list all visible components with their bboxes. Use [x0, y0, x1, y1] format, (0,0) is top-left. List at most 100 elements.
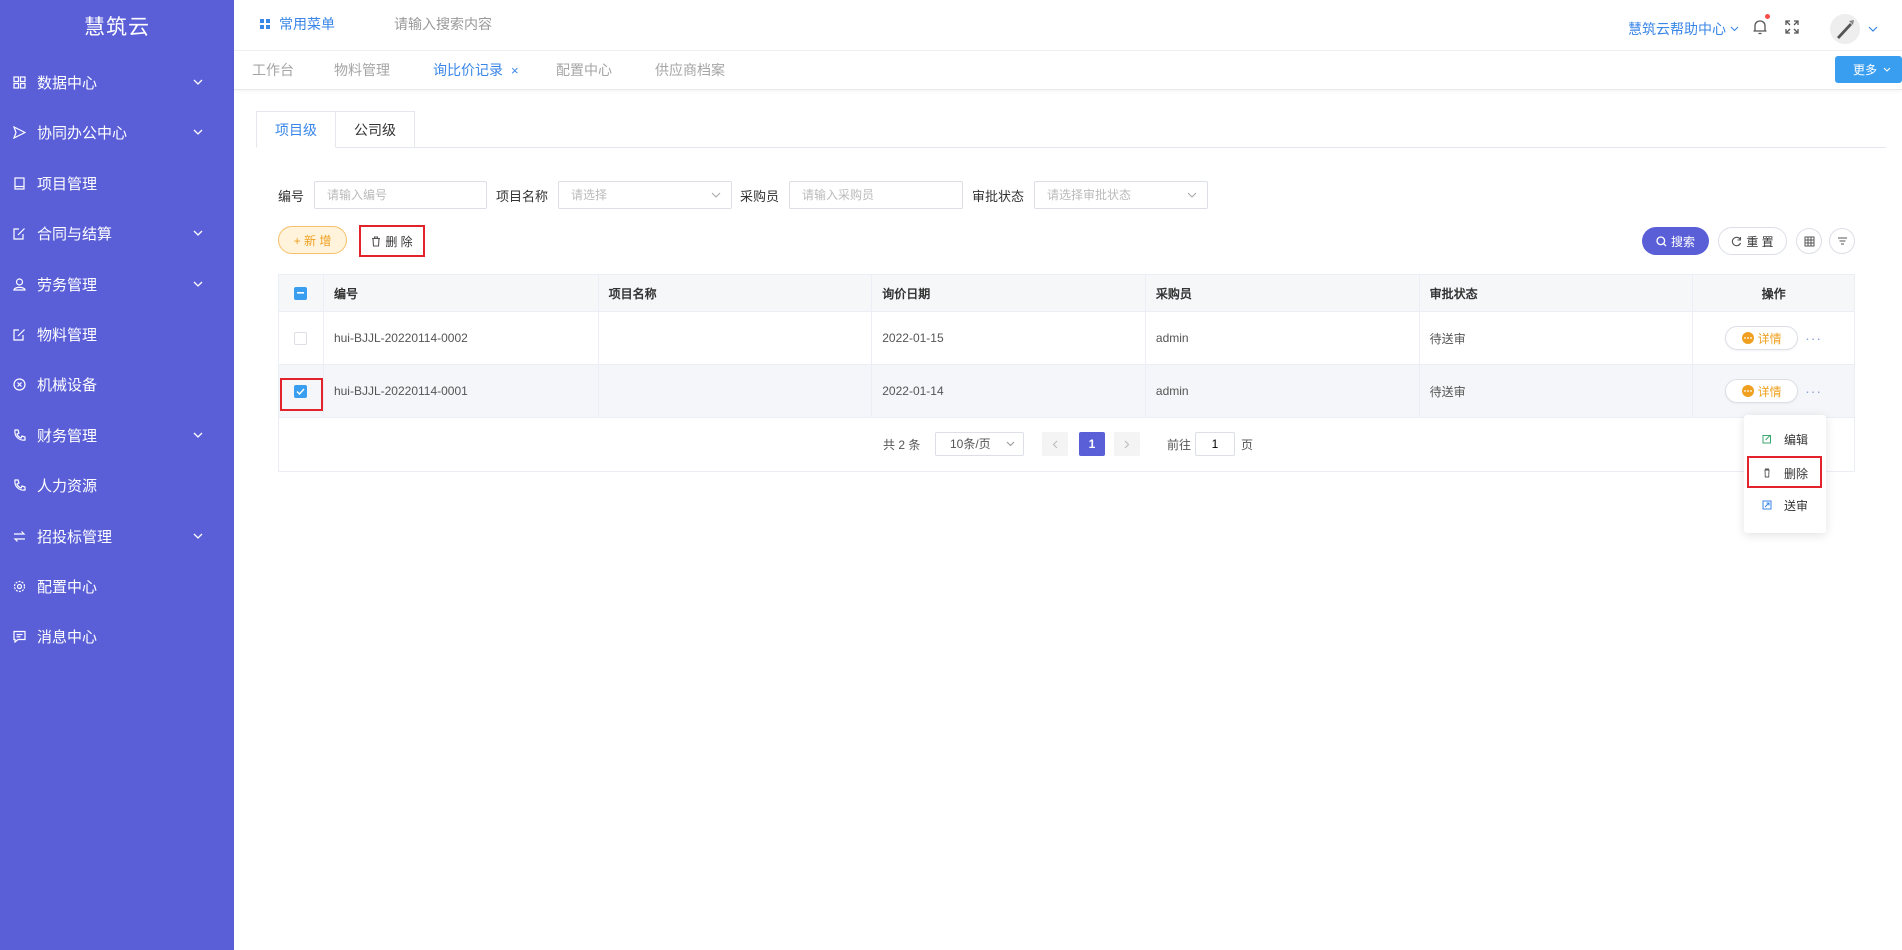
- global-search-input[interactable]: [394, 12, 614, 36]
- menu-item-delete[interactable]: 删除: [1744, 459, 1826, 487]
- cell-status: 待送审: [1420, 365, 1694, 417]
- chevron-down-icon: [1730, 26, 1739, 32]
- sidebar-item-project-mgmt[interactable]: 项目管理: [0, 163, 234, 203]
- goto-page-input[interactable]: [1195, 432, 1235, 456]
- column-header: 编号: [324, 275, 599, 311]
- table-row[interactable]: hui-BJJL-20220114-0001 2022-01-14 admin …: [279, 365, 1854, 418]
- page-size-select[interactable]: 10条/页: [935, 432, 1024, 456]
- tab-supplier-archive[interactable]: 供应商档案: [655, 51, 725, 89]
- sidebar-item-labor-mgmt[interactable]: 劳务管理: [0, 264, 234, 304]
- project-select-input[interactable]: [571, 188, 732, 202]
- sidebar-item-message-center[interactable]: 消息中心: [0, 616, 234, 656]
- menu-item-label: 送审: [1784, 498, 1809, 513]
- column-header: 审批状态: [1420, 275, 1694, 311]
- column-header: 采购员: [1146, 275, 1420, 311]
- quick-menu-button[interactable]: 常用菜单: [260, 14, 335, 34]
- cell-buyer: admin: [1146, 312, 1420, 364]
- fullscreen-icon[interactable]: [1785, 20, 1799, 34]
- more-actions-icon[interactable]: ···: [1805, 330, 1822, 346]
- select-all-checkbox[interactable]: [294, 286, 308, 300]
- sidebar-item-label: 招投标管理: [37, 528, 113, 546]
- row-checkbox-cell: [279, 365, 324, 417]
- more-circle-icon: [1741, 385, 1754, 397]
- chevron-down-icon: [1883, 67, 1891, 72]
- sidebar-item-label: 协同办公中心: [37, 124, 128, 142]
- status-select[interactable]: [1034, 181, 1209, 209]
- filter-buyer: 采购员: [740, 181, 964, 209]
- app-logo: 慧筑云: [84, 16, 150, 39]
- sidebar-item-bidding[interactable]: 招投标管理: [0, 516, 234, 556]
- chevron-right-icon: [1124, 440, 1130, 448]
- sidebar-item-contract-settlement[interactable]: 合同与结算: [0, 213, 234, 253]
- buyer-input[interactable]: [802, 188, 963, 202]
- sidebar-item-data-center[interactable]: 数据中心: [0, 62, 234, 102]
- chevron-down-icon: [711, 192, 721, 198]
- menu-item-submit[interactable]: 送审: [1744, 491, 1826, 519]
- tab-inquiry-records[interactable]: 询比价记录 ×: [433, 51, 519, 89]
- sidebar-item-config-center[interactable]: 配置中心: [0, 566, 234, 606]
- status-select-input[interactable]: [1047, 188, 1208, 202]
- prev-page-button[interactable]: [1042, 432, 1068, 456]
- row-checkbox[interactable]: [294, 331, 308, 345]
- sidebar-item-hr[interactable]: 人力资源: [0, 465, 234, 505]
- records-table: 编号 项目名称 询价日期 采购员 审批状态 操作 hui-BJJL-202201…: [278, 274, 1855, 472]
- sidebar-item-material-mgmt[interactable]: 物料管理: [0, 314, 234, 354]
- reset-button[interactable]: 重 置: [1718, 227, 1787, 255]
- detail-button[interactable]: 详情: [1725, 326, 1799, 350]
- message-icon: [12, 629, 26, 643]
- column-settings-button[interactable]: [1796, 228, 1822, 254]
- tab-config-center[interactable]: 配置中心: [556, 51, 612, 89]
- send-icon: [12, 125, 26, 139]
- project-select[interactable]: [558, 181, 733, 209]
- chevron-down-icon: [193, 129, 203, 135]
- avatar[interactable]: [1830, 14, 1860, 44]
- cell-date: 2022-01-14: [872, 365, 1146, 417]
- more-actions-icon[interactable]: ···: [1805, 383, 1822, 399]
- bell-icon[interactable]: [1752, 18, 1768, 36]
- filter-status: 审批状态: [972, 181, 1209, 209]
- sidebar-item-label: 物料管理: [37, 326, 98, 344]
- level-tabs-divider: [256, 147, 1886, 148]
- tab-label: 询比价记录: [433, 62, 503, 78]
- next-page-button[interactable]: [1114, 432, 1140, 456]
- page-size-value: 10条/页: [950, 437, 991, 451]
- detail-button[interactable]: 详情: [1725, 379, 1799, 403]
- sidebar-item-machinery[interactable]: 机械设备: [0, 364, 234, 404]
- close-icon[interactable]: ×: [511, 63, 519, 78]
- page-tabs-bar: 工作台 物料管理 询比价记录 × 配置中心 供应商档案 更多: [234, 50, 1902, 90]
- chevron-down-icon[interactable]: [1868, 25, 1878, 33]
- sidebar-item-collab-office[interactable]: 协同办公中心: [0, 112, 234, 152]
- top-header: 常用菜单 慧筑云帮助中心: [234, 0, 1902, 50]
- chevron-down-icon: [193, 533, 203, 539]
- grid-icon: [12, 75, 26, 89]
- help-center-link[interactable]: 慧筑云帮助中心: [1628, 19, 1739, 39]
- tab-project-level[interactable]: 项目级: [256, 111, 336, 148]
- refresh-icon: [1732, 236, 1742, 246]
- close-circle-icon: [12, 377, 26, 391]
- filter-toggle-button[interactable]: [1829, 228, 1855, 254]
- tab-company-level[interactable]: 公司级: [336, 111, 415, 148]
- code-input[interactable]: [327, 188, 487, 202]
- filter-code: 编号: [278, 181, 488, 209]
- tab-material-mgmt[interactable]: 物料管理: [334, 51, 390, 89]
- cell-code: hui-BJJL-20220114-0002: [324, 312, 599, 364]
- table-row[interactable]: hui-BJJL-20220114-0002 2022-01-15 admin …: [279, 312, 1854, 365]
- search-button[interactable]: 搜索: [1642, 227, 1709, 255]
- batch-delete-button[interactable]: 删 除: [362, 227, 422, 255]
- add-button[interactable]: + 新 增: [278, 226, 347, 254]
- level-tabs: 项目级 公司级: [256, 111, 415, 148]
- search-icon: [1656, 235, 1667, 246]
- cell-actions: 详情 ···: [1693, 312, 1854, 364]
- filter-project: 项目名称: [496, 181, 733, 209]
- sidebar-item-finance[interactable]: 财务管理: [0, 415, 234, 455]
- tab-workbench[interactable]: 工作台: [252, 51, 294, 89]
- filter-project-label: 项目名称: [496, 188, 549, 204]
- reset-label: 重 置: [1746, 234, 1774, 249]
- page-number-current[interactable]: 1: [1079, 432, 1105, 456]
- more-tabs-button[interactable]: 更多: [1835, 56, 1902, 83]
- menu-item-edit[interactable]: 编辑: [1744, 425, 1826, 453]
- row-checkbox[interactable]: [294, 384, 308, 398]
- cell-status: 待送审: [1420, 312, 1694, 364]
- help-center-label: 慧筑云帮助中心: [1628, 21, 1726, 37]
- column-header: 询价日期: [872, 275, 1146, 311]
